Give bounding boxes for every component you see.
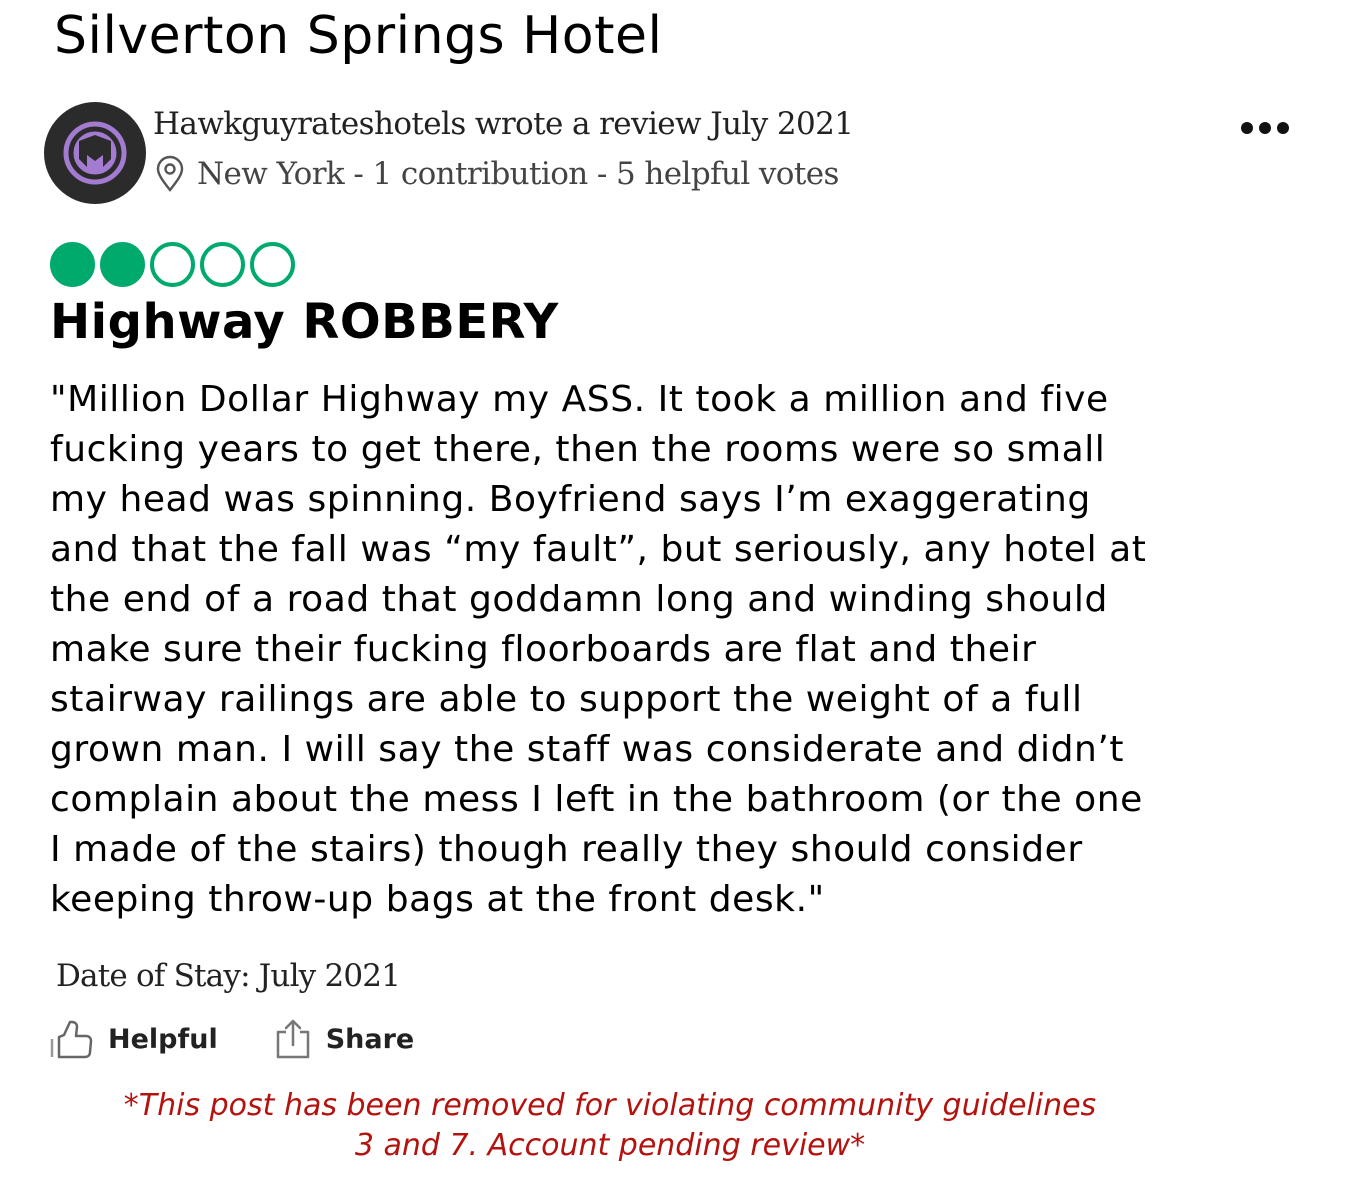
rating-bubble-empty bbox=[200, 242, 245, 287]
review-body-line: the end of a road that goddamn long and … bbox=[50, 579, 1108, 620]
review-body-line: stairway railings are able to support th… bbox=[50, 679, 1083, 720]
review-body-line: and that the fall was “my fault”, but se… bbox=[50, 529, 1147, 570]
more-options-icon bbox=[1241, 122, 1253, 134]
review-body: "Million Dollar Highway my ASS. It took … bbox=[50, 375, 1265, 925]
helpful-label: Helpful bbox=[108, 1023, 218, 1055]
location-pin-icon bbox=[156, 155, 184, 192]
review-body-line: "Million Dollar Highway my ASS. It took … bbox=[50, 379, 1109, 420]
reviewer-byline[interactable]: Hawkguyrateshotels wrote a review July 2… bbox=[153, 106, 854, 142]
hotel-name: Silverton Springs Hotel bbox=[54, 6, 663, 66]
bubble-rating bbox=[50, 242, 295, 287]
review-body-line: grown man. I will say the staff was cons… bbox=[50, 729, 1125, 770]
purple-shield-logo-icon bbox=[60, 118, 130, 188]
rating-bubble-filled bbox=[50, 242, 95, 287]
review-body-line: fucking years to get there, then the roo… bbox=[50, 429, 1106, 470]
removal-notice: *This post has been removed for violatin… bbox=[60, 1086, 1160, 1166]
removal-notice-line: 3 and 7. Account pending review* bbox=[354, 1128, 866, 1163]
rating-bubble-empty bbox=[250, 242, 295, 287]
avatar[interactable] bbox=[44, 102, 146, 204]
share-icon bbox=[276, 1019, 309, 1059]
more-options-button[interactable] bbox=[1234, 108, 1296, 148]
removal-notice-line: *This post has been removed for violatin… bbox=[123, 1088, 1097, 1123]
rating-bubble-empty bbox=[150, 242, 195, 287]
more-options-icon bbox=[1277, 122, 1289, 134]
share-button[interactable]: Share bbox=[274, 1018, 415, 1060]
review-actions: Helpful Share bbox=[48, 1018, 414, 1060]
review-body-line: keeping throw-up bags at the front desk.… bbox=[50, 879, 825, 920]
review-body-line: make sure their fucking floorboards are … bbox=[50, 629, 1037, 670]
more-options-icon bbox=[1259, 122, 1271, 134]
date-of-stay: Date of Stay: July 2021 bbox=[56, 958, 401, 994]
review-title[interactable]: Highway ROBBERY bbox=[50, 294, 559, 350]
review-body-line: I made of the stairs) though really they… bbox=[50, 829, 1083, 870]
reviewer-meta: New York - 1 contribution - 5 helpful vo… bbox=[153, 155, 839, 193]
review-page: Silverton Springs Hotel Hawkguyrateshote… bbox=[0, 0, 1372, 1184]
thumbs-up-icon bbox=[50, 1020, 93, 1059]
rating-bubble-filled bbox=[100, 242, 145, 287]
review-body-line: complain about the mess I left in the ba… bbox=[50, 779, 1143, 820]
share-label: Share bbox=[325, 1023, 415, 1055]
reviewer-meta-text: New York - 1 contribution - 5 helpful vo… bbox=[197, 156, 839, 192]
helpful-button[interactable]: Helpful bbox=[48, 1019, 218, 1059]
review-body-line: my head was spinning. Boyfriend says I’m… bbox=[50, 479, 1091, 520]
